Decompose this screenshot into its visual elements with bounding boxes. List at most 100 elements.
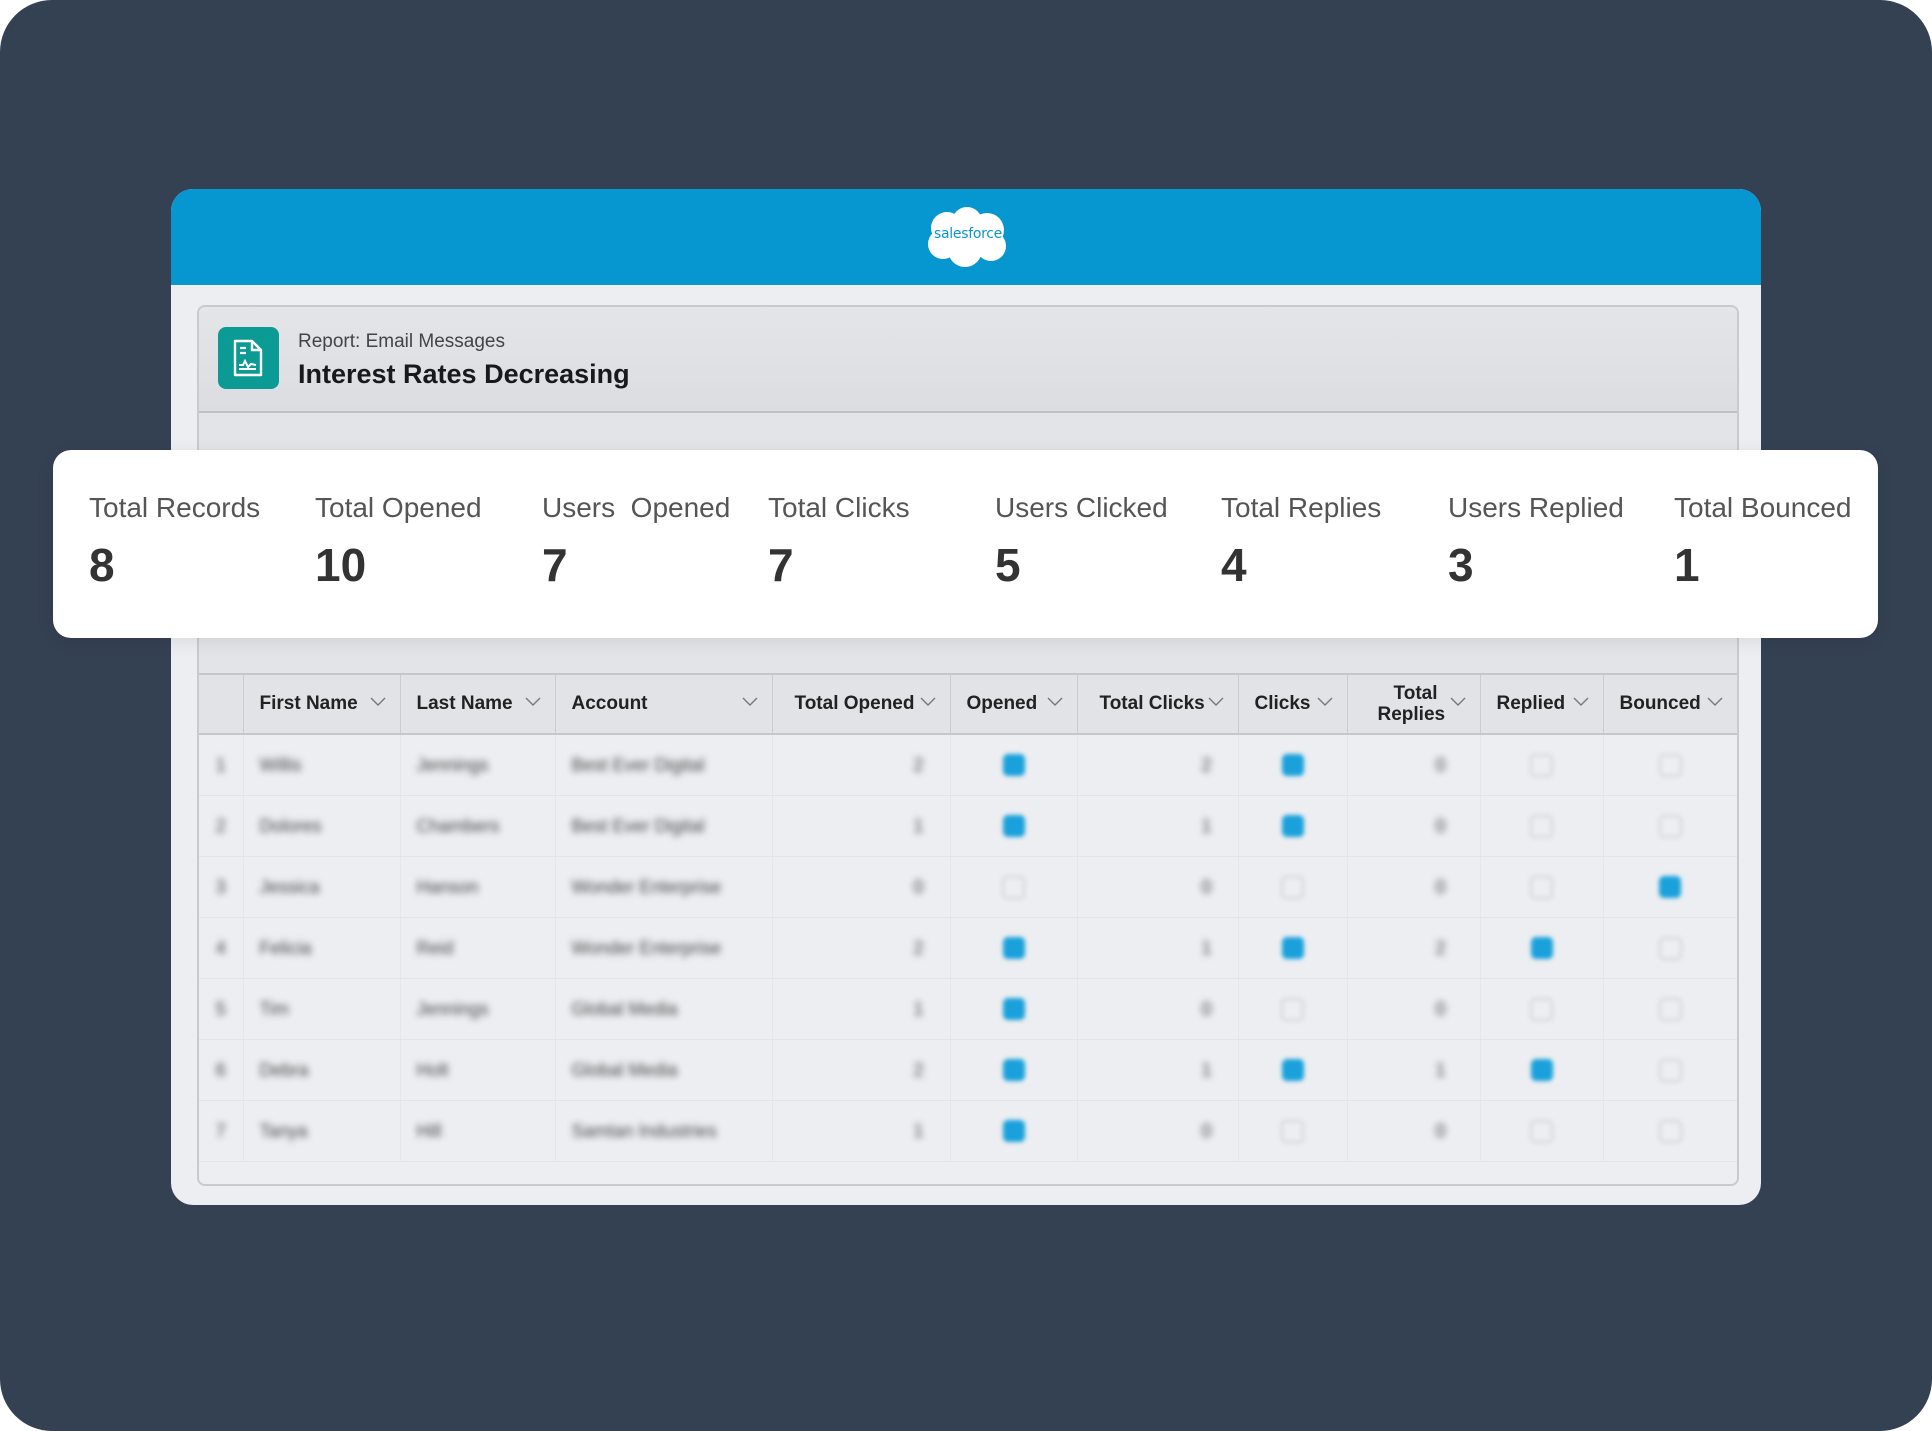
opened-checkbox[interactable] <box>1002 815 1025 838</box>
table-row[interactable]: 6 Debra Holt Global Media 2 1 1 <box>199 1039 1737 1101</box>
chevron-down-icon[interactable] <box>1707 697 1723 707</box>
bounced-checkbox[interactable] <box>1658 936 1682 960</box>
clicks-checkbox[interactable] <box>1281 997 1304 1021</box>
stat-label: Users Replied <box>1448 492 1624 523</box>
replied-checkbox[interactable] <box>1530 1119 1553 1143</box>
column-header-clicks[interactable]: Clicks <box>1237 673 1347 735</box>
chevron-down-icon[interactable] <box>1450 697 1466 707</box>
clicks-checkbox[interactable] <box>1281 1119 1304 1143</box>
replied-checkbox[interactable] <box>1530 875 1553 899</box>
last-name-cell: Holt <box>399 1039 555 1101</box>
bounced-checkbox[interactable] <box>1658 1058 1682 1082</box>
column-header-bounced[interactable]: Bounced <box>1602 673 1737 735</box>
bounced-checkbox[interactable] <box>1658 753 1682 777</box>
first-name-cell: Willis <box>242 734 400 796</box>
chevron-down-icon[interactable] <box>1208 697 1224 707</box>
row-number: 7 <box>199 1100 243 1162</box>
stat-value: 8 <box>89 539 115 591</box>
summary-stats-card: Total Records 8 Total Opened 10 Users Opened… <box>53 450 1878 638</box>
table-row[interactable]: 2 Dolores Chambers Best Ever Digital 1 1 0 <box>199 795 1737 857</box>
column-header-account[interactable]: Account <box>554 673 772 735</box>
account-cell[interactable]: Global Media <box>554 1039 772 1101</box>
last-name-cell: Jennings <box>399 978 555 1040</box>
account-cell[interactable]: Best Ever Digital <box>554 795 772 857</box>
opened-checkbox[interactable] <box>1002 937 1025 960</box>
table-row[interactable]: 4 Felicia Reid Wonder Enterprise 2 1 2 <box>199 917 1737 979</box>
replied-checkbox[interactable] <box>1530 1059 1553 1082</box>
column-label: Total Clicks <box>1099 693 1205 715</box>
opened-checkbox[interactable] <box>1002 1059 1025 1082</box>
last-name-cell: Jennings <box>399 734 555 796</box>
opened-checkbox[interactable] <box>1002 1120 1025 1143</box>
stat-item: Total Replies 4 <box>1221 492 1441 592</box>
bounced-cell <box>1602 917 1737 979</box>
account-cell[interactable]: Best Ever Digital <box>554 734 772 796</box>
background: salesforce Report: Email Messages Intere… <box>0 0 1932 1431</box>
total-clicks-cell: 1 <box>1076 1039 1238 1101</box>
salesforce-logo[interactable]: salesforce <box>923 206 1013 268</box>
table-row[interactable]: 1 Willis Jennings Best Ever Digital 2 2 0 <box>199 734 1737 796</box>
table-row[interactable]: 3 Jessica Hanson Wonder Enterprise 0 0 0 <box>199 856 1737 918</box>
bounced-checkbox[interactable] <box>1659 876 1682 899</box>
clicks-checkbox[interactable] <box>1281 815 1304 838</box>
stat-label: Total Opened <box>315 492 482 523</box>
bounced-checkbox[interactable] <box>1658 1119 1682 1143</box>
report-title: Interest Rates Decreasing <box>298 359 630 389</box>
replied-cell <box>1479 1039 1603 1101</box>
opened-checkbox[interactable] <box>1002 998 1025 1021</box>
report-panel: Report: Email Messages Interest Rates De… <box>197 305 1739 1186</box>
replied-cell <box>1479 795 1603 857</box>
table-row[interactable]: 7 Tanya Hill Samtan Industries 1 0 0 <box>199 1100 1737 1162</box>
column-header-opened[interactable]: Opened <box>949 673 1077 735</box>
column-label: Account <box>571 693 648 715</box>
last-name-cell: Chambers <box>399 795 555 857</box>
replied-checkbox[interactable] <box>1530 997 1553 1021</box>
stat-label: Total Clicks <box>768 492 910 523</box>
account-cell[interactable]: Samtan Industries <box>554 1100 772 1162</box>
column-header-total-opened[interactable]: Total Opened <box>771 673 950 735</box>
account-cell[interactable]: Global Media <box>554 978 772 1040</box>
chevron-down-icon[interactable] <box>525 697 541 707</box>
brand-name: salesforce <box>934 226 1002 242</box>
salesforce-window: salesforce Report: Email Messages Intere… <box>171 189 1761 1205</box>
column-label: Replied <box>1496 693 1566 715</box>
app-header: salesforce <box>171 189 1761 285</box>
clicks-checkbox[interactable] <box>1281 1059 1304 1082</box>
bounced-cell <box>1602 978 1737 1040</box>
replied-checkbox[interactable] <box>1530 753 1553 777</box>
column-label: Opened <box>966 693 1038 715</box>
total-replies-cell: 1 <box>1346 1039 1480 1101</box>
stat-item: Total Clicks 7 <box>768 492 988 592</box>
column-header-last-name[interactable]: Last Name <box>399 673 555 735</box>
report-document-icon <box>218 327 279 389</box>
column-header-total-replies[interactable]: Total Replies <box>1346 673 1480 735</box>
opened-checkbox[interactable] <box>1002 875 1025 899</box>
column-label: First Name <box>259 693 358 715</box>
bounced-cell <box>1602 1100 1737 1162</box>
table-row[interactable]: 5 Tim Jennings Global Media 1 0 0 <box>199 978 1737 1040</box>
table-body: 1 Willis Jennings Best Ever Digital 2 2 0 2 Dolo… <box>199 734 1737 1162</box>
total-replies-cell: 0 <box>1346 1100 1480 1162</box>
chevron-down-icon[interactable] <box>920 697 936 707</box>
opened-cell <box>949 734 1077 796</box>
column-header-total-clicks[interactable]: Total Clicks <box>1076 673 1238 735</box>
bounced-checkbox[interactable] <box>1658 997 1682 1021</box>
clicks-checkbox[interactable] <box>1281 875 1304 899</box>
clicks-checkbox[interactable] <box>1281 937 1304 960</box>
chevron-down-icon[interactable] <box>1317 697 1333 707</box>
replied-checkbox[interactable] <box>1530 814 1553 838</box>
account-cell[interactable]: Wonder Enterprise <box>554 856 772 918</box>
clicks-checkbox[interactable] <box>1281 754 1304 777</box>
chevron-down-icon[interactable] <box>742 697 758 707</box>
column-label: Last Name <box>416 693 513 715</box>
opened-checkbox[interactable] <box>1002 754 1025 777</box>
column-header-first-name[interactable]: First Name <box>242 673 400 735</box>
replied-checkbox[interactable] <box>1530 937 1553 960</box>
chevron-down-icon[interactable] <box>370 697 386 707</box>
chevron-down-icon[interactable] <box>1573 697 1589 707</box>
account-cell[interactable]: Wonder Enterprise <box>554 917 772 979</box>
bounced-checkbox[interactable] <box>1658 814 1682 838</box>
table-header-row: First Name Last Name Account Total Opene… <box>199 673 1737 735</box>
column-header-replied[interactable]: Replied <box>1479 673 1603 735</box>
chevron-down-icon[interactable] <box>1047 697 1063 707</box>
